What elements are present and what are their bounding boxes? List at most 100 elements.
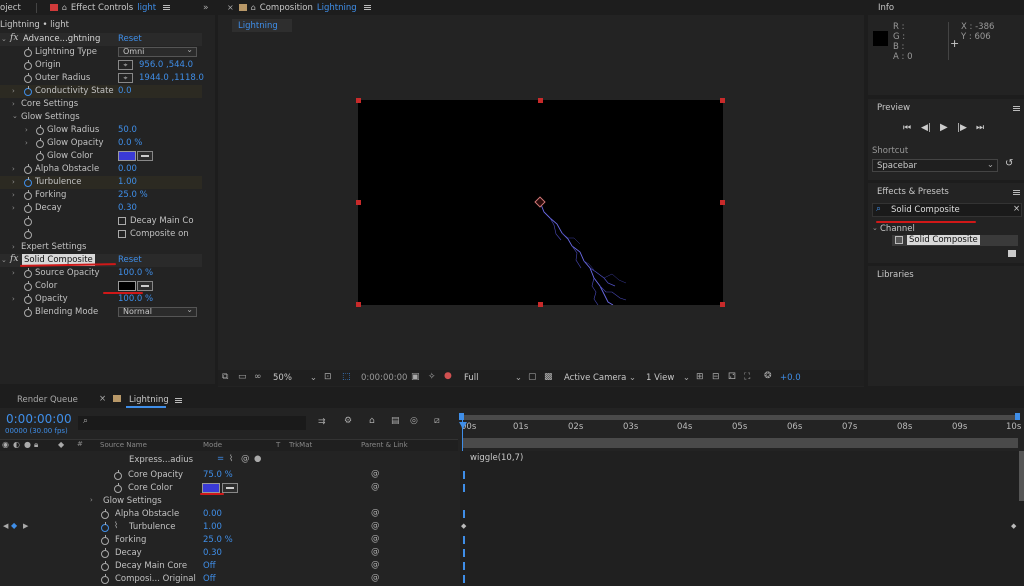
timeline-scrollbar[interactable] — [1019, 451, 1024, 501]
expand-caret-icon[interactable]: › — [12, 269, 15, 277]
parent-link-header[interactable]: Parent & Link — [361, 441, 408, 449]
play-icon[interactable]: ▶ — [940, 122, 948, 133]
solo-toggle-icon[interactable]: ● — [24, 440, 31, 449]
stopwatch-icon[interactable] — [24, 203, 32, 213]
expand-caret-icon[interactable]: › — [12, 204, 15, 212]
label-icon[interactable]: ◆ — [58, 440, 64, 449]
previous-frame-icon[interactable]: ◀| — [921, 123, 931, 133]
color-swatch[interactable] — [118, 281, 136, 291]
reset-icon[interactable]: ↺ — [1005, 158, 1013, 169]
comp-subtab[interactable]: Lightning — [232, 19, 292, 32]
motion-blur-icon[interactable]: ◎ — [410, 416, 418, 426]
keyframe-marker[interactable] — [463, 575, 465, 583]
forking-value[interactable]: 25.0 % — [118, 190, 148, 200]
collapse-caret-icon[interactable]: ⌄ — [872, 224, 878, 232]
graph-editor-icon[interactable]: ⧄ — [434, 416, 440, 426]
eyedropper-icon[interactable] — [222, 483, 238, 493]
reset-button[interactable]: Reset — [118, 34, 142, 44]
padlock-icon[interactable]: ⌂ — [251, 3, 256, 12]
transform-handle[interactable] — [356, 302, 361, 307]
tab-composition[interactable]: ⌂ Composition Lightning — [234, 3, 376, 13]
category-channel[interactable]: Channel — [880, 224, 915, 234]
fit-icon[interactable]: ⊡ — [324, 372, 332, 382]
close-tab-icon[interactable]: × — [99, 394, 106, 404]
expand-caret-icon[interactable]: › — [12, 87, 15, 95]
effect-advanced-lightning-row[interactable]: ⌄ fx Advance...ghtning Reset — [0, 33, 202, 46]
work-area-start-icon[interactable] — [459, 413, 464, 420]
transform-handle[interactable] — [720, 98, 725, 103]
stopwatch-active-icon[interactable] — [101, 522, 109, 532]
vr-goggles-icon[interactable]: ∞ — [254, 372, 262, 382]
stopwatch-icon[interactable] — [24, 281, 32, 291]
core-color-swatch[interactable] — [202, 483, 220, 493]
t-header[interactable]: T — [276, 441, 280, 449]
turbulence-value[interactable]: 1.00 — [118, 177, 137, 187]
parent-pickwhip-icon[interactable]: @ — [371, 560, 380, 570]
origin-value[interactable]: 956.0 ,544.0 — [139, 60, 193, 70]
expert-settings-row[interactable]: › Expert Settings — [0, 241, 202, 254]
graph-icon[interactable]: ⌇ — [229, 454, 233, 464]
prev-keyframe-icon[interactable]: ◀ — [3, 522, 8, 530]
eyedropper-icon[interactable] — [137, 281, 153, 291]
parent-pickwhip-icon[interactable]: @ — [371, 547, 380, 557]
lightning-type-dropdown[interactable]: Omni — [118, 46, 197, 57]
stopwatch-active-icon[interactable] — [24, 86, 32, 96]
keyframe-marker[interactable] — [463, 484, 465, 492]
shortcut-dropdown[interactable]: Spacebar ⌄ — [872, 159, 998, 172]
expression-enable-icon[interactable]: = — [217, 454, 224, 464]
stopwatch-icon[interactable] — [24, 294, 32, 304]
mode-header[interactable]: Mode — [203, 441, 222, 449]
fx-icon[interactable]: fx — [10, 33, 18, 43]
core-settings-row[interactable]: › Core Settings — [0, 98, 202, 111]
stopwatch-active-icon[interactable] — [24, 177, 32, 187]
property-value[interactable]: 0.30 — [203, 548, 222, 558]
stopwatch-icon[interactable] — [36, 125, 44, 135]
panel-menu-icon[interactable] — [175, 398, 182, 403]
keyframe-marker[interactable] — [463, 536, 465, 544]
expand-caret-icon[interactable]: › — [90, 496, 93, 504]
expand-caret-icon[interactable]: › — [12, 191, 15, 199]
stopwatch-icon[interactable] — [24, 229, 32, 239]
transform-handle[interactable] — [720, 302, 725, 307]
stopwatch-icon[interactable] — [24, 60, 32, 70]
parent-pickwhip-icon[interactable]: @ — [371, 482, 380, 492]
stopwatch-icon[interactable] — [114, 483, 122, 493]
keyframe-diamond-icon[interactable]: ◆ — [461, 522, 466, 530]
stopwatch-icon[interactable] — [24, 190, 32, 200]
effect-item-solid-composite[interactable]: Solid Composite — [892, 235, 1018, 246]
draft-3d-icon[interactable]: ⚙ — [344, 416, 352, 426]
composite-on-checkbox[interactable] — [118, 230, 126, 238]
keyframe-marker[interactable] — [463, 471, 465, 479]
region-icon[interactable]: ▢ — [528, 372, 537, 382]
glow-color-swatch[interactable] — [118, 151, 136, 161]
timeline-search-input[interactable]: ⌕ — [78, 416, 306, 430]
timeline-icon[interactable]: ⚁ — [728, 372, 736, 382]
glow-opacity-value[interactable]: 0.0 % — [118, 138, 142, 148]
timeline-timecode[interactable]: 0:00:00:00 — [6, 412, 72, 426]
stopwatch-icon[interactable] — [101, 574, 109, 584]
opacity-value[interactable]: 100.0 % — [118, 294, 153, 304]
zoom-dropdown[interactable]: 50% ⌄ — [273, 373, 317, 383]
property-value[interactable]: Off — [203, 561, 216, 571]
stopwatch-icon[interactable] — [101, 548, 109, 558]
outer-radius-value[interactable]: 1944.0 ,1118.0 — [139, 73, 204, 83]
expand-caret-icon[interactable]: › — [12, 165, 15, 173]
property-value[interactable]: 1.00 — [203, 522, 222, 532]
expand-caret-icon[interactable]: ⌄ — [1, 35, 7, 43]
parent-pickwhip-icon[interactable]: @ — [371, 469, 380, 479]
comp-timecode[interactable]: 0:00:00:00 — [361, 373, 407, 383]
panel-menu-icon[interactable] — [363, 5, 371, 10]
color-channel-icon[interactable]: ● — [444, 371, 452, 381]
crosshair-icon[interactable]: ⌖ — [118, 60, 133, 70]
time-navigator[interactable] — [462, 438, 1018, 448]
time-ruler[interactable]: 00s 01s 02s 03s 04s 05s 06s 07s 08s 09s … — [460, 420, 1024, 438]
stopwatch-icon[interactable] — [114, 470, 122, 480]
expression-field[interactable]: wiggle(10,7) — [464, 452, 1020, 465]
decay-main-core-checkbox[interactable] — [118, 217, 126, 225]
snapshot-icon[interactable]: ▣ — [411, 372, 420, 382]
property-value[interactable]: 0.00 — [203, 509, 222, 519]
trkmat-header[interactable]: TrkMat — [289, 441, 312, 449]
source-opacity-value[interactable]: 100.0 % — [118, 268, 153, 278]
glow-settings-row[interactable]: ⌄ Glow Settings — [0, 111, 202, 124]
conductivity-value[interactable]: 0.0 — [118, 86, 132, 96]
